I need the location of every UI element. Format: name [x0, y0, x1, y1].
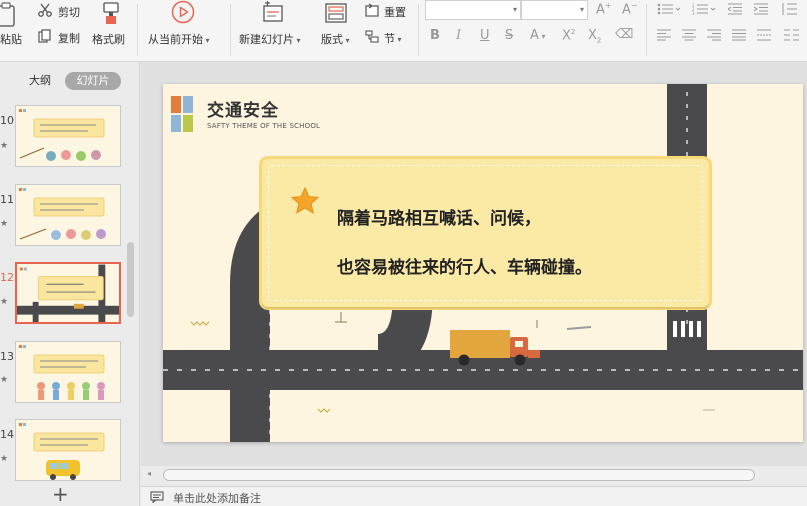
- ribbon-toolbar: 粘贴 剪切 复制 格式刷 从当前开始 ▾ 新建幻灯片 ▾ 版式 ▾ 重置 节 ▾…: [0, 0, 807, 62]
- slide-thumbnail-14[interactable]: [15, 419, 121, 481]
- chevron-down-icon: ▾: [579, 5, 584, 14]
- panel-scrollbar[interactable]: [127, 242, 134, 317]
- format-painter-button[interactable]: 格式刷: [92, 31, 125, 47]
- slide-thumbnail-10[interactable]: [15, 105, 121, 167]
- animation-star-icon: ★: [0, 141, 9, 151]
- new-slide-icon: [262, 1, 284, 26]
- font-color-icon[interactable]: A ▾: [530, 28, 545, 43]
- scroll-left-arrow-icon[interactable]: ◂: [147, 469, 151, 478]
- animation-star-icon: ★: [0, 297, 9, 307]
- bold-icon[interactable]: B: [430, 28, 440, 43]
- section-button[interactable]: 节 ▾: [384, 30, 402, 46]
- increase-indent-icon[interactable]: [753, 3, 768, 18]
- scissors-icon: [38, 3, 52, 20]
- decrease-indent-icon[interactable]: [727, 3, 742, 18]
- notes-placeholder: 单击此处添加备注: [173, 492, 261, 505]
- slide-number: 11: [0, 193, 14, 206]
- from-current-label: 从当前开始: [148, 33, 203, 46]
- text-card[interactable]: 隔着马路相互喊话、问候， 也容易被往来的行人、车辆碰撞。: [262, 159, 709, 307]
- copy-button[interactable]: 复制: [58, 30, 80, 46]
- chevron-down-icon: ▾: [294, 36, 301, 45]
- animation-star-icon: ★: [0, 375, 9, 385]
- tab-outline[interactable]: 大纲: [20, 72, 60, 90]
- line-spacing-icon[interactable]: [781, 3, 797, 18]
- justify-icon[interactable]: [732, 29, 746, 44]
- bullet-list-icon[interactable]: [657, 3, 683, 18]
- paste-icon[interactable]: [0, 2, 18, 28]
- ribbon-separator: [230, 4, 231, 56]
- reset-button[interactable]: 重置: [384, 4, 406, 20]
- slide-title[interactable]: 交通安全: [207, 96, 279, 121]
- clear-format-icon[interactable]: ⌫: [615, 27, 633, 42]
- play-icon: [171, 0, 195, 27]
- chevron-down-icon: ▾: [343, 36, 350, 45]
- card-text-line-1[interactable]: 隔着马路相互喊话、问候，: [337, 204, 541, 229]
- slide-number: 13: [0, 350, 14, 363]
- new-slide-button[interactable]: 新建幻灯片 ▾: [239, 31, 301, 47]
- horizontal-scrollbar[interactable]: [163, 469, 755, 481]
- slide-thumbnail-13[interactable]: [15, 341, 121, 403]
- slide-preview: [19, 423, 105, 480]
- ribbon-separator: [418, 4, 419, 56]
- ribbon-separator: [646, 4, 647, 56]
- cut-button[interactable]: 剪切: [58, 4, 80, 20]
- italic-icon[interactable]: I: [456, 28, 461, 43]
- numbered-list-icon[interactable]: 123: [692, 3, 718, 18]
- distribute-icon[interactable]: [757, 29, 771, 44]
- new-slide-label: 新建幻灯片: [239, 33, 294, 46]
- card-text-line-2[interactable]: 也容易被往来的行人、车辆碰撞。: [337, 253, 592, 278]
- animation-star-icon: ★: [0, 454, 9, 464]
- slides-panel: 大纲 幻灯片 10 ★ 11 ★ 12 ★ 13 ★ 14 ★ +: [0, 62, 140, 506]
- slide-number: 12: [0, 271, 14, 284]
- underline-icon[interactable]: U: [480, 28, 490, 43]
- strikethrough-icon[interactable]: S: [505, 28, 513, 43]
- slide-thumbnail-12[interactable]: [15, 262, 121, 324]
- chevron-down-icon: ▾: [203, 36, 210, 45]
- slide-number: 10: [0, 114, 14, 127]
- format-painter-icon: [100, 1, 122, 28]
- columns-icon[interactable]: [784, 29, 800, 44]
- align-right-icon[interactable]: [707, 29, 721, 44]
- subscript-icon[interactable]: X2: [588, 28, 601, 45]
- slide-subtitle[interactable]: SAFTY THEME OF THE SCHOOL: [207, 122, 320, 130]
- font-size-select[interactable]: ▾: [521, 0, 588, 20]
- section-icon: [365, 29, 379, 46]
- align-center-icon[interactable]: [682, 29, 696, 44]
- slide-thumbnail-11[interactable]: [15, 184, 121, 246]
- increase-font-icon[interactable]: A+: [596, 1, 612, 17]
- star-icon: [290, 186, 320, 214]
- section-label: 节: [384, 32, 395, 45]
- reset-icon: [365, 3, 379, 20]
- tab-slides[interactable]: 幻灯片: [65, 72, 121, 90]
- ribbon-separator: [137, 4, 138, 56]
- slide-preview: [19, 188, 106, 240]
- superscript-icon[interactable]: X2: [562, 28, 575, 43]
- layout-label: 版式: [321, 33, 343, 46]
- current-slide[interactable]: 交通安全 SAFTY THEME OF THE SCHOOL 隔着马路相互喊话、…: [163, 84, 803, 442]
- slide-preview: [19, 109, 105, 161]
- paste-button[interactable]: 粘贴: [0, 31, 22, 47]
- text-card-inner-border: [268, 165, 703, 301]
- horizontal-scrollbar-track: ◂: [141, 466, 807, 484]
- font-name-select[interactable]: ▾: [425, 0, 521, 20]
- layout-button[interactable]: 版式 ▾: [321, 31, 350, 47]
- svg-text:3: 3: [692, 11, 695, 15]
- chevron-down-icon: ▾: [512, 5, 517, 14]
- copy-icon: [38, 29, 52, 46]
- from-current-button[interactable]: 从当前开始 ▾: [148, 31, 210, 47]
- layout-icon: [325, 3, 347, 26]
- notes-icon: [150, 491, 164, 503]
- align-left-icon[interactable]: [657, 29, 671, 44]
- slide-editing-area: 交通安全 SAFTY THEME OF THE SCHOOL 隔着马路相互喊话、…: [141, 62, 807, 466]
- slide-number: 14: [0, 428, 14, 441]
- panel-tabs: 大纲 幻灯片: [0, 70, 140, 92]
- slide-preview: [17, 264, 119, 322]
- slide-preview: [19, 345, 105, 400]
- animation-star-icon: ★: [0, 219, 9, 229]
- notes-bar[interactable]: 单击此处添加备注: [141, 486, 807, 506]
- add-slide-button[interactable]: +: [52, 482, 69, 506]
- chevron-down-icon: ▾: [395, 35, 402, 44]
- decrease-font-icon[interactable]: A−: [622, 1, 638, 17]
